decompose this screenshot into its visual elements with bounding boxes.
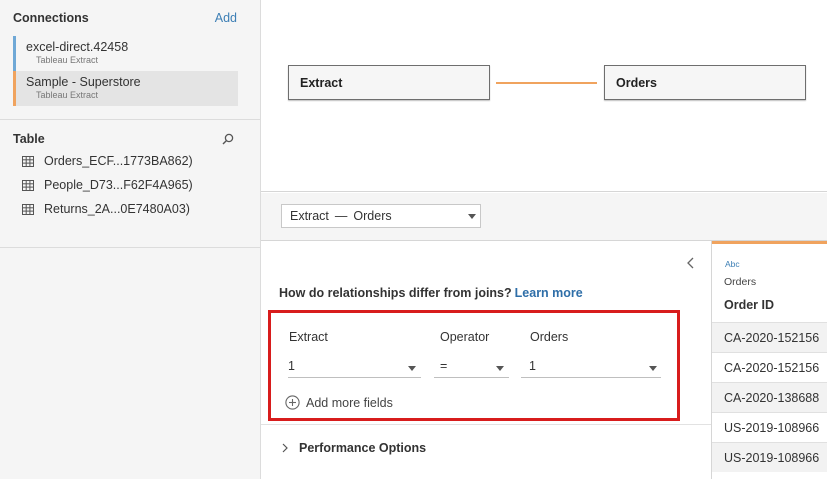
plus-circle-icon — [285, 395, 300, 410]
performance-options-toggle[interactable]: Performance Options — [281, 441, 426, 455]
table-item-label: Orders_ECF...1773BA862) — [44, 154, 193, 168]
relationships-help-text: How do relationships differ from joins? L… — [279, 286, 583, 300]
chevron-down-icon — [408, 366, 416, 371]
chevron-down-icon — [496, 366, 504, 371]
add-connection-link[interactable]: Add — [215, 11, 237, 25]
operator-value: = — [440, 359, 448, 373]
data-source-sidebar: Connections Add excel-direct.42458 Table… — [0, 0, 261, 479]
help-question: How do relationships differ from joins? — [279, 286, 512, 300]
connection-type: Tableau Extract — [36, 55, 99, 65]
preview-rows: CA-2020-152156 CA-2020-152156 CA-2020-13… — [712, 322, 827, 472]
relationship-left-table: Extract — [290, 209, 329, 223]
right-field-value: 1 — [529, 359, 536, 373]
relationship-bar: Extract — Orders — [261, 193, 827, 241]
column-header-order-id[interactable]: Order ID — [724, 298, 774, 312]
left-field-header: Extract — [289, 330, 328, 344]
logical-table-extract[interactable]: Extract — [288, 65, 490, 100]
column-source-table: Orders — [724, 276, 757, 288]
relationship-fields-box: Extract Operator Orders 1 = 1 Add more f… — [268, 310, 680, 421]
table-grid-icon — [22, 203, 34, 215]
table-row: US-2019-108966 — [712, 442, 827, 472]
panel-divider — [261, 424, 711, 425]
add-more-fields-button[interactable]: Add more fields — [285, 395, 393, 410]
search-icon[interactable] — [221, 132, 235, 146]
connection-type: Tableau Extract — [36, 90, 99, 100]
table-row: CA-2020-138688 — [712, 382, 827, 412]
add-more-fields-label: Add more fields — [306, 395, 393, 410]
right-field-header: Orders — [530, 330, 569, 344]
connection-name: excel-direct.42458 — [26, 40, 129, 54]
table-row: CA-2020-152156 — [712, 322, 827, 352]
table-item-label: Returns_2A...0E7480A03) — [44, 202, 190, 216]
relationship-right-table: Orders — [353, 209, 392, 223]
table-item-people[interactable]: People_D73...F62F4A965) — [22, 176, 193, 194]
connection-name: Sample - Superstore — [26, 75, 141, 89]
preview-accent-bar — [712, 241, 827, 244]
operator-header: Operator — [440, 330, 490, 344]
table-row: US-2019-108966 — [712, 412, 827, 442]
left-field-select[interactable]: 1 — [288, 356, 421, 378]
string-type-icon[interactable]: Abc — [725, 259, 740, 269]
chevron-down-icon — [649, 366, 657, 371]
performance-options-label: Performance Options — [299, 441, 427, 455]
sidebar-divider — [0, 119, 260, 120]
relationship-canvas: Extract Orders — [261, 0, 827, 192]
table-grid-icon — [22, 155, 34, 167]
table-item-label: People_D73...F62F4A965) — [44, 178, 193, 192]
table-grid-icon — [22, 179, 34, 191]
table-row: CA-2020-152156 — [712, 352, 827, 382]
operator-select[interactable]: = — [434, 356, 509, 378]
connections-heading: Connections — [13, 11, 89, 25]
relationship-editor: How do relationships differ from joins? L… — [261, 241, 711, 479]
data-preview-grid: Abc Orders Order ID CA-2020-152156 CA-20… — [711, 241, 827, 479]
right-field-select[interactable]: 1 — [521, 356, 661, 378]
logical-table-orders[interactable]: Orders — [604, 65, 806, 100]
table-item-returns[interactable]: Returns_2A...0E7480A03) — [22, 200, 190, 218]
relationship-separator: — — [334, 209, 348, 223]
table-item-orders[interactable]: Orders_ECF...1773BA862) — [22, 152, 193, 170]
chevron-down-icon — [468, 214, 476, 219]
left-field-value: 1 — [288, 359, 295, 373]
chevron-left-icon[interactable] — [685, 256, 697, 270]
learn-more-link[interactable]: Learn more — [515, 286, 583, 300]
table-heading: Table — [13, 132, 45, 146]
connection-item-sample-superstore[interactable]: Sample - Superstore Tableau Extract — [13, 71, 238, 106]
chevron-right-icon — [282, 443, 288, 453]
connection-item-excel-direct[interactable]: excel-direct.42458 Tableau Extract — [13, 36, 238, 71]
relationship-select[interactable]: Extract — Orders — [281, 204, 481, 228]
sidebar-divider — [0, 247, 260, 248]
relationship-noodle[interactable] — [496, 82, 597, 84]
